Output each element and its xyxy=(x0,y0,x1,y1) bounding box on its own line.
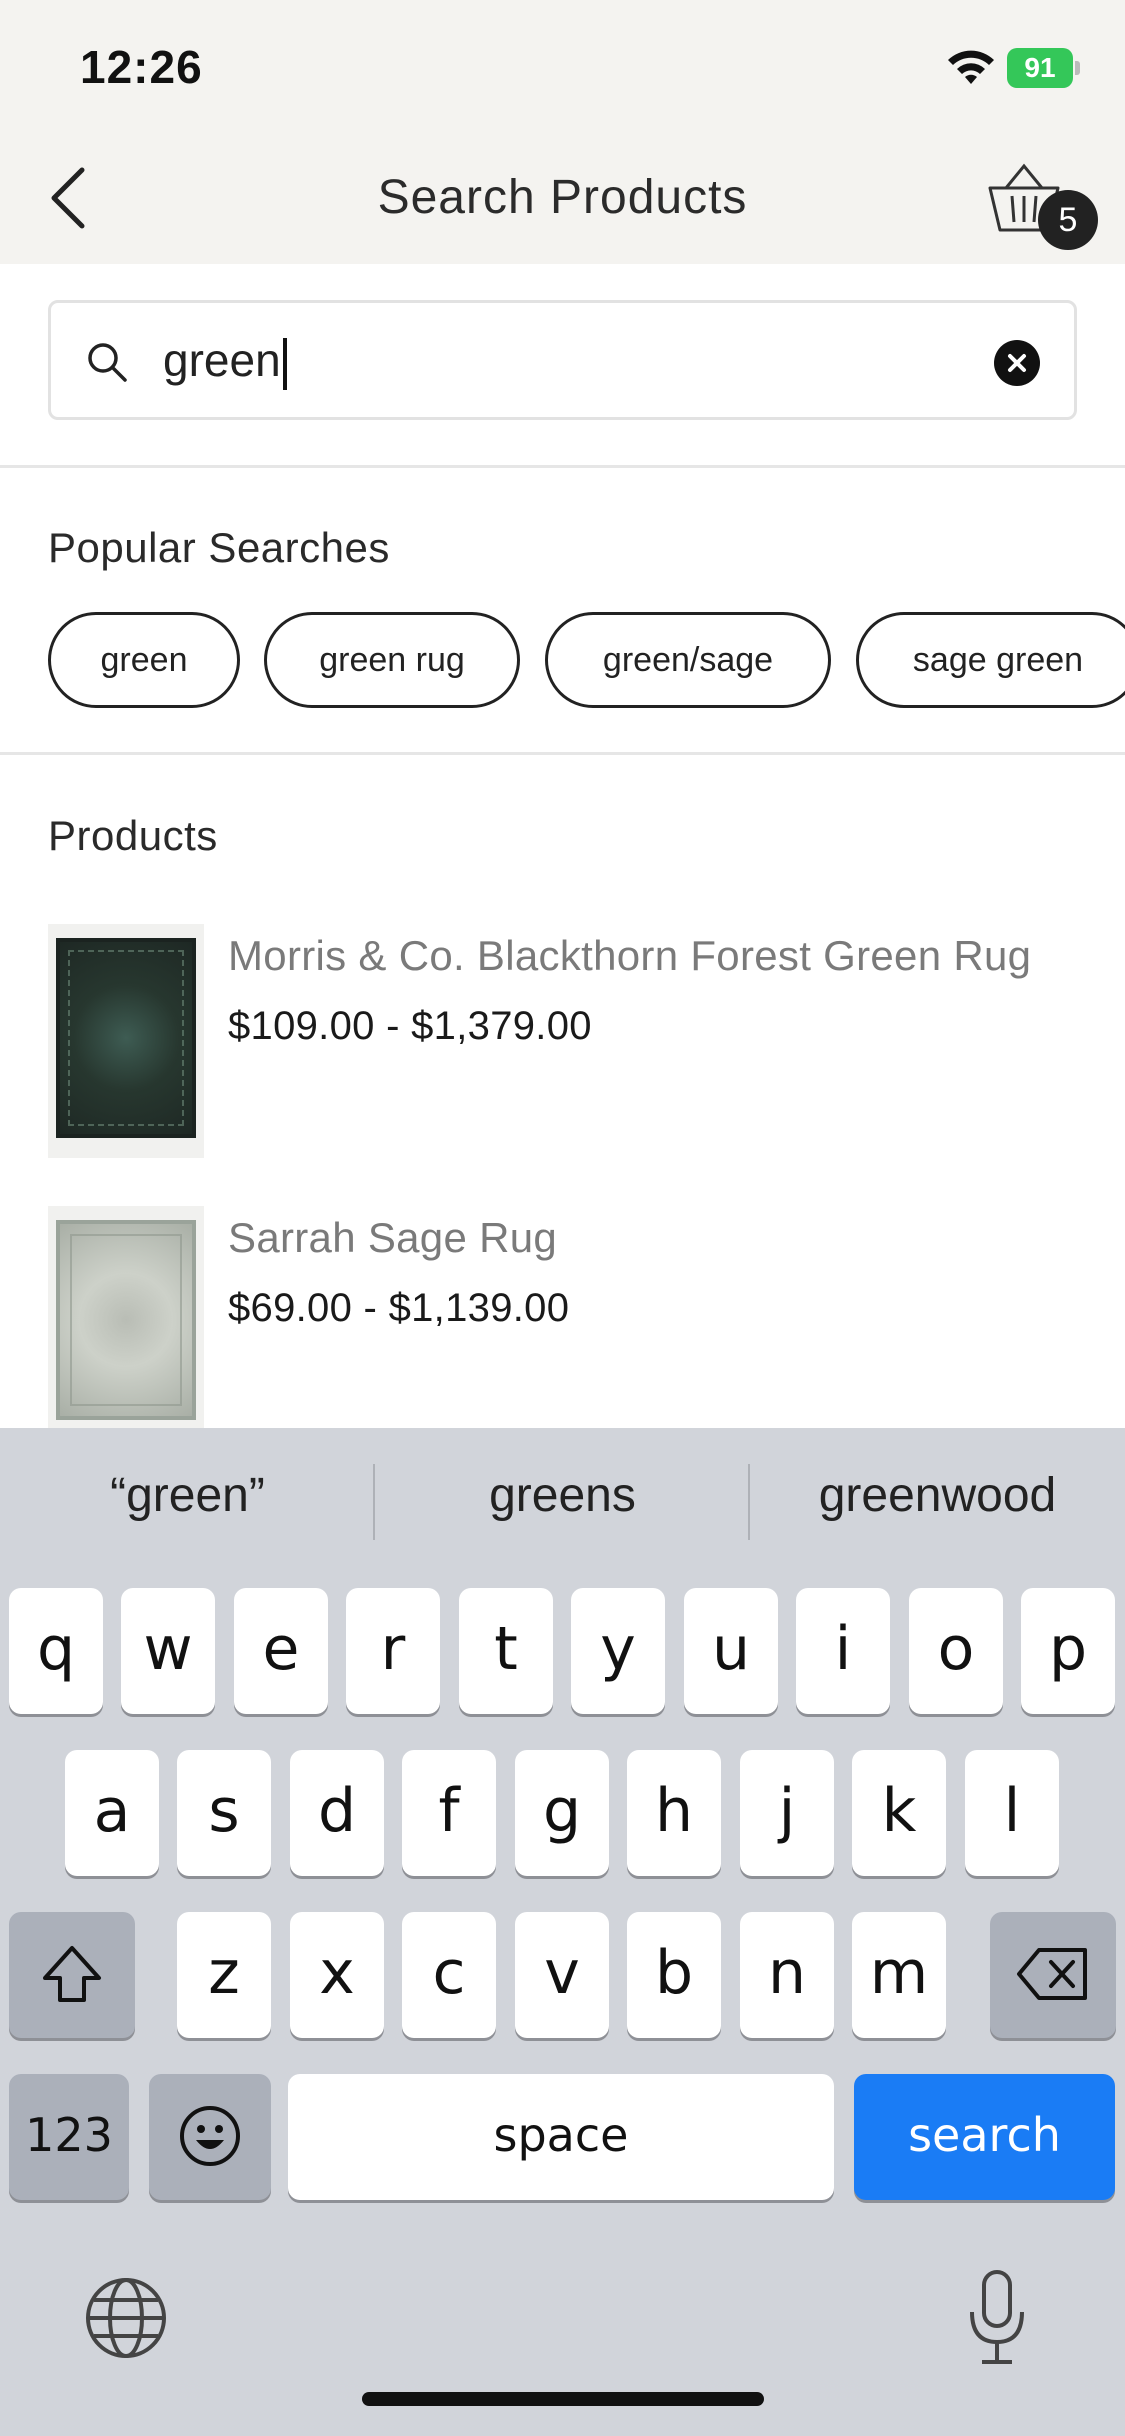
status-time: 12:26 xyxy=(80,41,203,93)
suggestion[interactable]: greenwood xyxy=(750,1468,1125,1523)
key[interactable]: n xyxy=(740,1912,834,2038)
globe-icon[interactable] xyxy=(84,2276,168,2360)
product-price: $69.00 - $1,139.00 xyxy=(228,1286,570,1330)
space-key[interactable]: space xyxy=(288,2074,834,2200)
product-item[interactable]: Sarrah Sage Rug $69.00 - $1,139.00 xyxy=(48,1206,1125,1446)
products-title: Products xyxy=(48,812,218,859)
microphone-icon[interactable] xyxy=(964,2268,1030,2368)
key[interactable]: f xyxy=(402,1750,496,1876)
numbers-key[interactable]: 123 xyxy=(9,2074,129,2200)
key[interactable]: z xyxy=(177,1912,271,2038)
backspace-icon xyxy=(1017,1948,1087,2000)
home-indicator[interactable] xyxy=(362,2392,764,2406)
product-price: $109.00 - $1,379.00 xyxy=(228,1004,592,1048)
key[interactable]: g xyxy=(515,1750,609,1876)
key[interactable]: c xyxy=(402,1912,496,2038)
key[interactable]: a xyxy=(65,1750,159,1876)
key[interactable]: r xyxy=(346,1588,440,1714)
key[interactable]: v xyxy=(515,1912,609,2038)
text-caret xyxy=(282,337,287,390)
rug-image xyxy=(56,938,196,1138)
key[interactable]: x xyxy=(290,1912,384,2038)
key[interactable]: u xyxy=(684,1588,778,1714)
emoji-key[interactable] xyxy=(149,2074,271,2200)
clear-search-icon[interactable] xyxy=(994,340,1040,386)
search-input-text: green xyxy=(163,334,281,386)
shift-key[interactable] xyxy=(9,1912,135,2038)
popular-search-chips: green green rug green/sage sage green xyxy=(48,612,1125,708)
search-icon xyxy=(88,343,127,382)
key[interactable]: q xyxy=(9,1588,103,1714)
suggestion[interactable]: greens xyxy=(375,1468,750,1523)
key[interactable]: j xyxy=(740,1750,834,1876)
delete-key[interactable] xyxy=(990,1912,1116,2038)
key[interactable]: i xyxy=(796,1588,890,1714)
key[interactable]: o xyxy=(909,1588,1003,1714)
key[interactable]: p xyxy=(1021,1588,1115,1714)
shift-icon xyxy=(43,1946,101,2002)
key[interactable]: b xyxy=(627,1912,721,2038)
top-bar: 12:26 91 Search Products 5 xyxy=(0,0,1125,264)
key[interactable]: m xyxy=(852,1912,946,2038)
search-input[interactable]: green xyxy=(163,327,287,393)
key[interactable]: s xyxy=(177,1750,271,1876)
search-key[interactable]: search xyxy=(854,2074,1115,2200)
cart-count-badge[interactable]: 5 xyxy=(1038,190,1098,250)
chip-popular-search[interactable]: green/sage xyxy=(545,612,831,708)
key[interactable]: t xyxy=(459,1588,553,1714)
divider xyxy=(0,465,1125,468)
emoji-icon xyxy=(180,2106,240,2166)
popular-searches-title: Popular Searches xyxy=(48,524,390,571)
key[interactable]: d xyxy=(290,1750,384,1876)
page-title: Search Products xyxy=(377,171,748,224)
rug-image xyxy=(56,1220,196,1420)
key[interactable]: w xyxy=(121,1588,215,1714)
key[interactable]: e xyxy=(234,1588,328,1714)
product-name: Morris & Co. Blackthorn Forest Green Rug xyxy=(228,932,1032,979)
key[interactable]: k xyxy=(852,1750,946,1876)
keyboard: “green” greens greenwood q w e r t y u i… xyxy=(0,1428,1125,2436)
search-field[interactable]: green xyxy=(48,300,1077,420)
product-thumbnail xyxy=(48,924,204,1158)
battery-indicator: 91 xyxy=(1007,48,1080,88)
battery-level: 91 xyxy=(1007,48,1073,88)
chip-popular-search[interactable]: green xyxy=(48,612,240,708)
key[interactable]: l xyxy=(965,1750,1059,1876)
product-thumbnail xyxy=(48,1206,204,1440)
wifi-icon xyxy=(948,50,994,84)
chip-popular-search[interactable]: green rug xyxy=(264,612,520,708)
battery-tip xyxy=(1075,61,1080,75)
product-item[interactable]: Morris & Co. Blackthorn Forest Green Rug… xyxy=(48,924,1125,1164)
key[interactable]: y xyxy=(571,1588,665,1714)
key[interactable]: h xyxy=(627,1750,721,1876)
divider xyxy=(0,752,1125,755)
chip-popular-search[interactable]: sage green xyxy=(856,612,1125,708)
product-name: Sarrah Sage Rug xyxy=(228,1214,558,1261)
suggestion[interactable]: “green” xyxy=(0,1468,375,1523)
